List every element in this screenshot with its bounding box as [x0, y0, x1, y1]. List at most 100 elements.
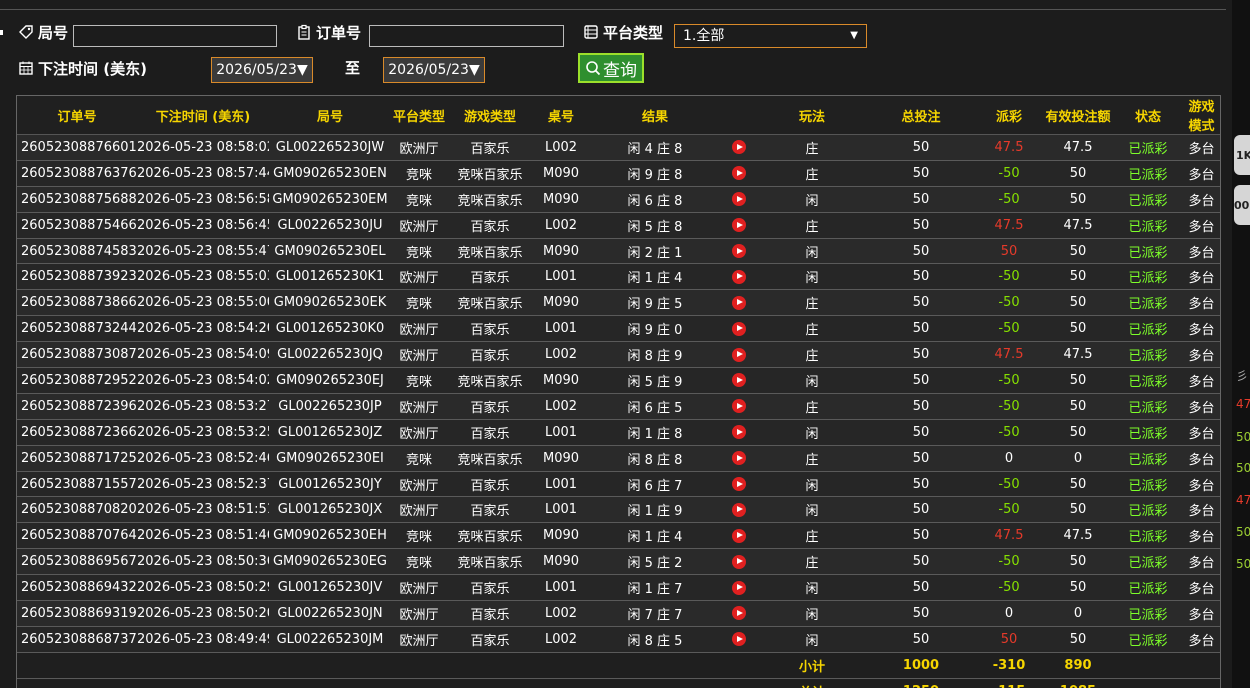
play-icon[interactable] [732, 244, 746, 258]
cell-bet-time: 2026-05-23 08:51:46 [137, 522, 269, 550]
subtotal-total-bet: 1000 [867, 652, 975, 679]
play-icon[interactable] [732, 269, 746, 284]
table-row: 260523088732449 2026-05-23 08:54:20 GL0012… [17, 315, 1220, 343]
cell-order-no: 260523088708208 [17, 496, 137, 524]
cell-valid-bet: 50 [1043, 263, 1113, 291]
cell-order-no: 260523088754661 [17, 212, 137, 239]
cell-order-no: 260523088738667 [17, 289, 137, 317]
cell-result: 闲 5 庄 2 [589, 548, 721, 576]
play-icon[interactable] [732, 425, 746, 440]
play-icon[interactable] [732, 477, 746, 492]
cell-platform: 欧洲厅 [391, 574, 447, 602]
cell-game-no: GL002265230JP [269, 393, 391, 420]
play-icon[interactable] [732, 502, 746, 517]
play-icon[interactable] [732, 554, 746, 569]
side-num: 50 [1236, 557, 1250, 571]
table-row: 260523088693195 2026-05-23 08:50:20 GL0022… [17, 600, 1220, 627]
cell-play-type: 庄 [757, 134, 867, 161]
cell-result: 闲 4 庄 8 [589, 134, 721, 161]
date-to-select[interactable]: 2026/05/23▼ [383, 57, 485, 83]
play-icon[interactable] [732, 140, 746, 155]
cell-payout: 47.5 [975, 212, 1043, 239]
cell-order-no: 260523088723968 [17, 393, 137, 420]
cell-bet-time: 2026-05-23 08:55:03 [137, 263, 269, 291]
side-num: 47 [1236, 397, 1250, 411]
col-play-type: 玩法 [757, 96, 867, 135]
cell-result: 闲 1 庄 7 [589, 574, 721, 602]
query-button[interactable]: 查询 [578, 53, 644, 83]
cell-result: 闲 8 庄 5 [589, 626, 721, 653]
cell-order-no: 260523088756886 [17, 186, 137, 213]
play-icon[interactable] [732, 632, 746, 647]
play-icon[interactable] [732, 528, 746, 543]
play-icon[interactable] [732, 580, 746, 595]
order-no-input[interactable] [369, 25, 564, 47]
cell-order-no: 260523088739237 [17, 263, 137, 291]
cell-game-mode: 多台 [1183, 471, 1220, 498]
play-icon[interactable] [732, 373, 746, 388]
cell-bet-time: 2026-05-23 08:55:00 [137, 289, 269, 317]
right-side-strip [1232, 0, 1250, 688]
cell-game-type: 竞咪百家乐 [447, 548, 533, 576]
cell-valid-bet: 50 [1043, 548, 1113, 576]
cell-game-mode: 多台 [1183, 626, 1220, 653]
cell-platform: 竞咪 [391, 186, 447, 213]
play-icon[interactable] [732, 321, 746, 336]
cell-game-type: 百家乐 [447, 574, 533, 602]
cell-status: 已派彩 [1113, 626, 1183, 653]
list-icon [584, 25, 598, 39]
cell-bet-time: 2026-05-23 08:54:20 [137, 315, 269, 343]
play-icon[interactable] [732, 451, 746, 466]
play-icon[interactable] [732, 166, 746, 181]
platform-select[interactable]: 1.全部 ▼ [674, 24, 867, 48]
cell-status: 已派彩 [1113, 238, 1183, 265]
platform-select-value: 1.全部 [683, 28, 725, 44]
cell-status: 已派彩 [1113, 134, 1183, 161]
search-icon [586, 61, 601, 76]
cell-total-bet: 50 [867, 134, 975, 161]
play-icon[interactable] [732, 192, 746, 207]
total-row: 总计 1250 -115 1085 [17, 678, 1220, 688]
cell-payout: 0 [975, 445, 1043, 472]
cell-valid-bet: 0 [1043, 445, 1113, 472]
replay-cell [721, 160, 757, 187]
play-icon[interactable] [732, 347, 746, 362]
table-row: 260523088738667 2026-05-23 08:55:00 GM0902… [17, 289, 1220, 317]
cell-game-mode: 多台 [1183, 341, 1220, 369]
cell-game-type: 竞咪百家乐 [447, 522, 533, 550]
cell-bet-time: 2026-05-23 08:54:02 [137, 367, 269, 394]
side-num: 50 [1236, 430, 1250, 444]
table-row: 260523088687371 2026-05-23 08:49:49 GL0022… [17, 626, 1220, 653]
cell-table-no: M090 [533, 160, 589, 187]
cell-payout: -50 [975, 315, 1043, 343]
cell-play-type: 闲 [757, 238, 867, 265]
cell-play-type: 庄 [757, 445, 867, 472]
date-from-select[interactable]: 2026/05/23▼ [211, 57, 313, 83]
game-no-input[interactable] [73, 25, 277, 47]
play-icon[interactable] [732, 218, 746, 233]
cell-valid-bet: 47.5 [1043, 212, 1113, 239]
cell-table-no: L002 [533, 134, 589, 161]
table-row: 260523088730876 2026-05-23 08:54:09 GL0022… [17, 341, 1220, 369]
play-icon[interactable] [732, 399, 746, 414]
cell-table-no: L001 [533, 419, 589, 446]
cell-play-type: 庄 [757, 212, 867, 239]
side-badge-00[interactable]: 00 [1234, 185, 1250, 225]
col-result: 结果 [589, 96, 721, 135]
cell-game-mode: 多台 [1183, 600, 1220, 627]
cell-result: 闲 6 庄 8 [589, 186, 721, 213]
play-icon[interactable] [732, 295, 746, 310]
play-icon[interactable] [732, 606, 746, 621]
cell-platform: 欧洲厅 [391, 263, 447, 291]
cell-valid-bet: 0 [1043, 600, 1113, 627]
cell-valid-bet: 47.5 [1043, 522, 1113, 550]
cell-payout: -50 [975, 263, 1043, 291]
cell-game-no: GM090265230EK [269, 289, 391, 317]
cell-bet-time: 2026-05-23 08:52:46 [137, 445, 269, 472]
side-badge-1k[interactable]: 1K [1234, 135, 1250, 175]
cell-game-no: GM090265230EN [269, 160, 391, 187]
col-game-type: 游戏类型 [447, 96, 533, 135]
cell-game-type: 百家乐 [447, 496, 533, 524]
cell-game-no: GM090265230EG [269, 548, 391, 576]
cell-payout: 0 [975, 600, 1043, 627]
